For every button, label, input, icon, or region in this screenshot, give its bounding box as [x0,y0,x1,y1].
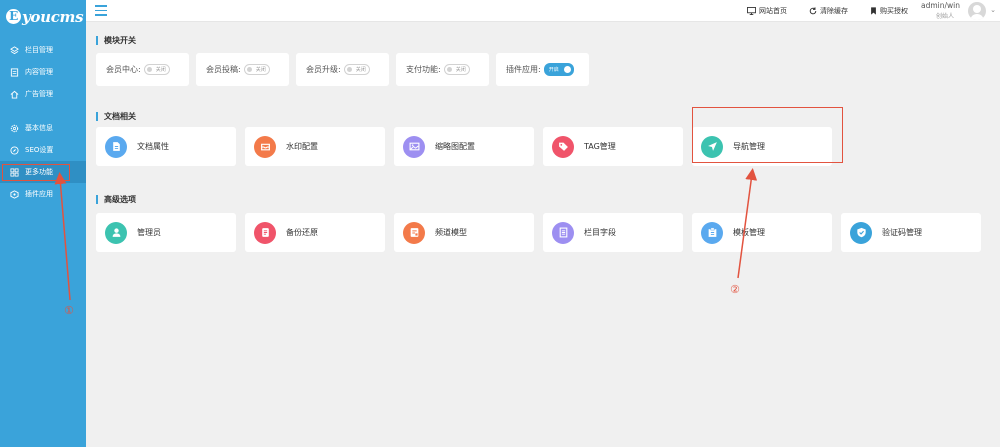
logo[interactable]: Eyoucms [0,0,86,33]
compass-icon [9,145,19,155]
sidebar-item-label: 栏目管理 [25,46,53,54]
sidebar-item-seo[interactable]: SEO设置 [0,139,86,161]
annotation-marker-1: ① [64,304,74,317]
gear-icon [9,123,19,133]
bookmark-icon [871,7,876,15]
sidebar-item-label: 内容管理 [25,68,53,76]
template-icon [701,221,723,244]
logo-text: youcms [22,7,84,26]
member-submit-toggle[interactable]: 关闭 [243,64,270,75]
user-role: 创始人 [935,13,954,20]
top-links: 网站首页 清除缓存 购买授权 [725,0,908,22]
annotation-marker-2: ② [730,283,740,296]
card-watermark[interactable]: 水印配置 [245,127,385,166]
switch-label: 会员升级: [306,65,341,74]
top-bar: 网站首页 清除缓存 购买授权 admin/win 创始人 ⌄ [86,0,1000,22]
card-category-fields[interactable]: 栏目字段 [543,213,683,252]
tag-icon [552,135,574,158]
section-title-advanced: 高级选项 [96,195,136,204]
sidebar-item-label: 广告管理 [25,90,53,98]
switch-card-member-upgrade: 会员升级: 关闭 [296,53,389,86]
file-icon [105,135,127,158]
user-menu[interactable]: admin/win 创始人 ⌄ [910,0,1000,22]
watermark-icon [254,135,276,158]
toggle-state: 关闭 [255,67,266,73]
card-captcha[interactable]: 验证码管理 [841,213,981,252]
plugin-icon [9,189,19,199]
user-name: admin/win [921,1,960,10]
annotation-highlight-more-features [2,164,70,181]
layers-icon [9,45,19,55]
toggle-state: 关闭 [355,67,366,73]
switch-label: 会员中心: [106,65,141,74]
section-title-modules: 模块开关 [96,36,136,45]
switch-card-plugins: 插件应用: 开启 [496,53,589,86]
card-label: 验证码管理 [882,228,922,237]
clear-cache-label: 清除缓存 [820,7,848,15]
chevron-down-icon[interactable]: ⌄ [990,6,996,14]
monitor-icon [747,7,756,15]
card-label: 栏目字段 [584,228,616,237]
member-upgrade-toggle[interactable]: 关闭 [343,64,370,75]
backup-icon [254,221,276,244]
payment-toggle[interactable]: 关闭 [443,64,470,75]
sidebar-item-plugins[interactable]: 插件应用 [0,183,86,205]
buy-license-link[interactable]: 购买授权 [870,6,908,16]
sidebar-item-content[interactable]: 内容管理 [0,61,86,83]
member-center-toggle[interactable]: 关闭 [143,64,170,75]
card-label: 文档属性 [137,142,169,151]
card-label: 管理员 [137,228,161,237]
card-backup[interactable]: 备份还原 [245,213,385,252]
annotation-highlight-navigation [692,107,843,163]
avatar[interactable] [968,2,986,20]
document-icon [9,67,19,77]
sidebar-item-label: 基本信息 [25,124,53,132]
plugins-toggle[interactable]: 开启 [543,63,574,76]
clear-cache-link[interactable]: 清除缓存 [809,6,848,16]
site-home-label: 网站首页 [759,7,787,15]
switch-label: 插件应用: [506,65,541,74]
card-template[interactable]: 模板管理 [692,213,832,252]
switch-card-member-center: 会员中心: 关闭 [96,53,189,86]
logo-mark: E [6,9,21,24]
toggle-state: 开启 [548,67,559,73]
buy-license-label: 购买授权 [880,7,908,15]
switch-card-member-submit: 会员投稿: 关闭 [196,53,289,86]
card-label: 备份还原 [286,228,318,237]
toggle-state: 关闭 [455,67,466,73]
card-doc-attributes[interactable]: 文档属性 [96,127,236,166]
section-title-docs: 文档相关 [96,112,136,121]
card-label: 缩略图配置 [435,142,475,151]
home-icon [9,89,19,99]
card-label: 水印配置 [286,142,318,151]
switch-card-payment: 支付功能: 关闭 [396,53,489,86]
shield-check-icon [850,221,872,244]
card-tag[interactable]: TAG管理 [543,127,683,166]
sidebar-item-label: SEO设置 [25,146,54,154]
sidebar-item-category[interactable]: 栏目管理 [0,39,86,61]
card-admin[interactable]: 管理员 [96,213,236,252]
refresh-icon [809,7,817,15]
switch-label: 支付功能: [406,65,441,74]
card-label: 模板管理 [733,228,765,237]
sidebar: Eyoucms 栏目管理 内容管理 广告管理 基本信息 SEO设置 更多功能 插… [0,0,86,447]
model-icon [403,221,425,244]
sidebar-item-label: 插件应用 [25,190,53,198]
menu-toggle-icon[interactable] [95,5,107,16]
sidebar-item-ads[interactable]: 广告管理 [0,83,86,105]
toggle-state: 关闭 [155,67,166,73]
card-thumbnail[interactable]: 缩略图配置 [394,127,534,166]
switch-label: 会员投稿: [206,65,241,74]
image-icon [403,135,425,158]
card-label: 频道模型 [435,228,467,237]
site-home-link[interactable]: 网站首页 [747,6,787,16]
sidebar-item-basic-info[interactable]: 基本信息 [0,117,86,139]
admin-user-icon [105,221,127,244]
card-channel-model[interactable]: 频道模型 [394,213,534,252]
field-list-icon [552,221,574,244]
card-label: TAG管理 [584,142,616,151]
